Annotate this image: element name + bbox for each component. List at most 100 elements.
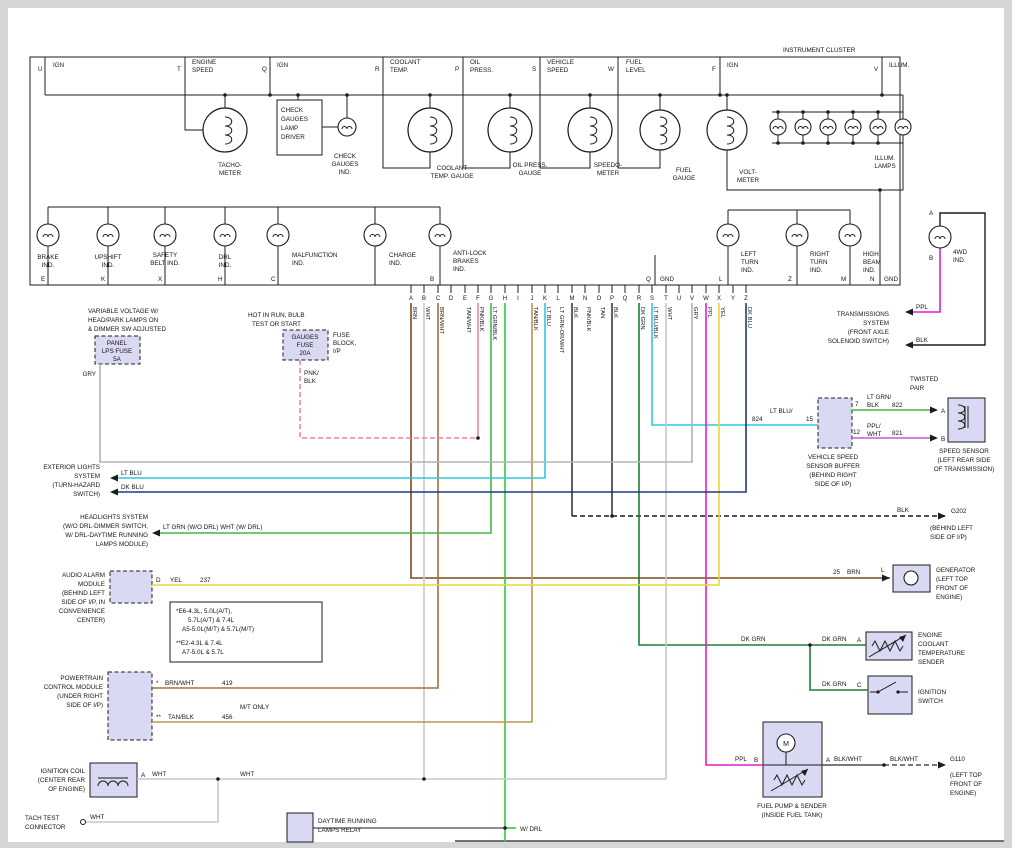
- gen-brn-label: BRN: [847, 569, 861, 576]
- connector-letter-Y: Y: [731, 296, 735, 302]
- ltgrnblk-label1: LT GRN/: [867, 394, 892, 401]
- pin-n: N: [870, 276, 875, 283]
- tachometer-label2: METER: [219, 170, 241, 177]
- junction-dot: [808, 643, 812, 647]
- exterior-label4: SWITCH): [73, 491, 100, 498]
- tach-test-label1: TACH TEST: [25, 815, 60, 822]
- pin-h: H: [218, 276, 223, 283]
- wiring-diagram-page: ABCDEFGHIJKLMNOPQRSTUVWXYZBRNWHTBRN/WHTT…: [0, 0, 1012, 848]
- drl-ind-label2: IND.: [219, 262, 232, 269]
- high-beam-ind-bulb: [839, 224, 861, 246]
- gen-pin-l: L: [881, 567, 885, 574]
- junction-dot: [776, 110, 780, 114]
- buffer-ltblu-label: LT BLU/: [770, 408, 793, 415]
- wire-color-label-lt-grn-blk: LT GRN/BLK: [491, 307, 497, 340]
- junction-dot: [508, 93, 512, 97]
- pin-s: S: [532, 66, 536, 73]
- g202-blk-label: BLK: [897, 507, 910, 514]
- connector-letter-U: U: [677, 296, 681, 302]
- g202-label: G202: [951, 508, 967, 515]
- oil-pressure-gauge: [488, 108, 532, 152]
- pin-m: M: [841, 276, 846, 283]
- exterior-label3: (TURN-HAZARD: [52, 482, 100, 489]
- pin-w-label1: FUEL: [626, 59, 643, 66]
- ckt-821: 821: [892, 430, 903, 437]
- generator-label4: ENGINE): [936, 594, 962, 601]
- illum-lamp-bulb: [845, 119, 861, 135]
- gnd-q-label: GND: [660, 276, 674, 283]
- drl-ind-label1: DRL: [219, 254, 232, 261]
- audio-alarm-module-box: [110, 571, 152, 603]
- check-driver-label3: LAMP: [281, 125, 298, 132]
- pcm-label3: (UNDER RIGHT: [57, 693, 103, 700]
- fuel-ppl-label: PPL: [735, 756, 747, 763]
- hot-in-run-label2: TEST OR START: [252, 321, 301, 328]
- illum-lamp-bulb: [895, 119, 911, 135]
- ect-label4: SENDER: [918, 659, 945, 666]
- buffer-pin-15: 15: [806, 416, 814, 423]
- wire-color-label-pnk-blk: PNK/BLK: [585, 307, 591, 332]
- brake-ind-bulb: [37, 224, 59, 246]
- audio-label4: SIDE OF I/P, IN: [61, 599, 105, 606]
- wdrl-label: W/ DRL: [520, 826, 543, 833]
- g202-loc-label1: (BEHIND LEFT: [930, 525, 973, 532]
- buffer-ckt-824: 824: [752, 416, 763, 423]
- wire-color-label-wht: WHT: [424, 307, 430, 321]
- left-turn-ind-bulb: [717, 224, 739, 246]
- junction-dot: [851, 141, 855, 145]
- pin-w: W: [608, 66, 614, 73]
- wire-color-label-brn-wht: BRN/WHT: [438, 307, 444, 335]
- ignsw-label2: SWITCH: [918, 698, 943, 705]
- junction-dot: [776, 141, 780, 145]
- pin-p-label1: OIL: [470, 59, 481, 66]
- 4wd-pin-b: B: [929, 255, 933, 262]
- junction-dot: [658, 93, 662, 97]
- gauges-fuse-label1: GAUGES: [292, 334, 319, 341]
- connector-letter-S: S: [650, 296, 654, 302]
- buffer-label4: SIDE OF I/P): [815, 481, 852, 488]
- pin-f: F: [712, 66, 716, 73]
- panel-fuse-label1: PANEL: [107, 340, 128, 347]
- pcm-label1: POWERTRAIN: [60, 675, 103, 682]
- illum-lamps-label2: LAMPS: [874, 163, 895, 170]
- coolant-gauge-label1: COOLANT: [437, 165, 468, 172]
- pcm-tanblk-label: TAN/BLK: [168, 714, 195, 721]
- trans-label2: SYSTEM: [863, 320, 889, 327]
- junction-dot: [268, 93, 272, 97]
- connector-letter-K: K: [543, 296, 547, 302]
- pcm-ckt-456: 456: [222, 714, 233, 721]
- exterior-label1: EXTERIOR LIGHTS: [43, 464, 100, 471]
- pin-e: E: [41, 276, 45, 283]
- malfunction-ind-bulb: [267, 224, 289, 246]
- junction-dot: [826, 110, 830, 114]
- check-driver-label1: CHECK: [281, 107, 304, 114]
- fuel-gauge-label2: GAUGE: [673, 175, 696, 182]
- headlights-label1: HEADLIGHTS SYSTEM: [80, 514, 148, 521]
- junction-dot: [851, 110, 855, 114]
- ignition-switch-icon-contact: [876, 690, 879, 693]
- fuel-pump-label1: FUEL PUMP & SENDER: [757, 803, 827, 810]
- fuel-pump-label2: (INSIDE FUEL TANK): [762, 812, 823, 819]
- pin-t-label1: ENGINE: [192, 59, 216, 66]
- right-turn-label2: TURN: [810, 259, 828, 266]
- junction-dot: [476, 436, 480, 440]
- speedometer-label2: METER: [597, 170, 619, 177]
- connector-letter-F: F: [476, 296, 480, 302]
- oil-gauge-label2: GAUGE: [519, 170, 542, 177]
- connector-letter-G: G: [489, 296, 494, 302]
- junction-dot: [345, 93, 349, 97]
- speed-sensor-box: [948, 398, 985, 442]
- junction-dot: [296, 93, 300, 97]
- generator-label3: FRONT OF: [936, 585, 968, 592]
- pin-gnd-q: Q: [646, 276, 651, 283]
- audio-label5: CONVENIENCE: [59, 608, 105, 615]
- illum-lamp-bulb: [770, 119, 786, 135]
- pin-r-label1: COOLANT: [390, 59, 421, 66]
- junction-dot: [826, 141, 830, 145]
- instrument-cluster-wiring-diagram: ABCDEFGHIJKLMNOPQRSTUVWXYZBRNWHTBRN/WHTT…: [0, 0, 1012, 848]
- generator-icon: [904, 571, 918, 585]
- wire-color-label-yel: YEL: [719, 307, 725, 319]
- connector-letter-P: P: [610, 296, 614, 302]
- connector-letter-D: D: [449, 296, 454, 302]
- abs-ind-label1: ANTI-LOCK: [453, 250, 487, 257]
